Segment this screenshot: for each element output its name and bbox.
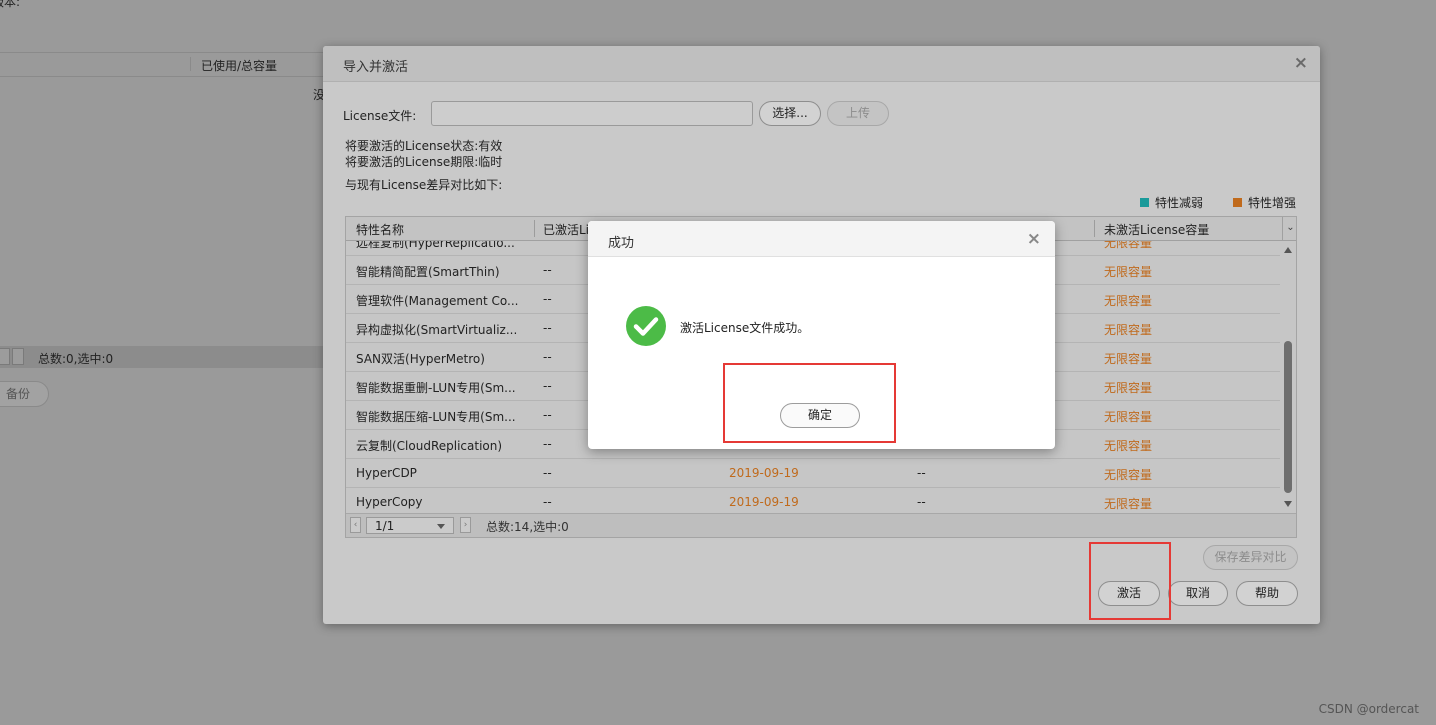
cell-activated: -- [543,350,552,364]
help-button[interactable]: 帮助 [1236,581,1298,606]
cell-capacity: 无限容量 [1104,497,1153,511]
cell-feature-name: HyperCDP [356,466,417,480]
legend-weaken: 特性减弱 [1140,194,1203,211]
table-pager: ‹ 1/1 › 总数:14,选中:0 [346,513,1296,537]
cell-activated: -- [543,379,552,393]
cell-feature-name: 智能数据压缩-LUN专用(Sm... [356,410,516,424]
cell-feature-name: 远程复制(HyperReplicatio... [356,241,515,250]
cell-capacity: 无限容量 [1104,410,1153,424]
pager-page-value: 1/1 [375,519,395,533]
scroll-down-arrow-icon[interactable] [1284,501,1292,507]
caret-down-icon [437,524,445,529]
license-file-input[interactable] [431,101,753,126]
legend-weaken-swatch [1140,198,1149,207]
cell-feature-name: 智能数据重删-LUN专用(Sm... [356,381,516,395]
pager-info: 总数:14,选中:0 [486,520,569,534]
legend-enhance-swatch [1233,198,1242,207]
success-message: 激活License文件成功。 [680,321,810,335]
dialog-title: 导入并激活 [343,60,409,75]
cell-capacity: 无限容量 [1104,468,1153,482]
cell-capacity: 无限容量 [1104,294,1153,308]
column-menu-chevron-icon[interactable]: ⌄ [1282,217,1296,240]
license-status-text: 将要激活的License状态:有效 [345,139,503,153]
bg-divider-bottom [0,76,323,77]
cell-capacity: 无限容量 [1104,381,1153,395]
cell-activated: -- [543,495,552,509]
backup-button[interactable]: 备份 [0,381,49,407]
bg-pager: 总数:0,选中:0 [0,346,323,368]
cell-capacity: 无限容量 [1104,439,1153,453]
cell-feature-name: 管理软件(Management Co... [356,294,519,308]
pager-page-select[interactable]: 1/1 [366,517,454,534]
cell-capacity: 无限容量 [1104,241,1153,250]
column-separator[interactable] [534,220,535,237]
bg-column-sep [190,57,191,71]
cell-feature-name: 智能精简配置(SmartThin) [356,265,500,279]
compare-heading: 与现有License差异对比如下: [345,178,503,192]
select-file-button[interactable]: 选择... [759,101,821,126]
table-row[interactable]: HyperCopy -- 2019-09-19 -- 无限容量 [346,488,1282,513]
dialog-close-icon[interactable]: × [1294,53,1308,73]
cell-feature-name: SAN双活(HyperMetro) [356,352,485,366]
bg-column-header: 已使用/总容量 [201,59,278,73]
modal-close-icon[interactable]: × [1027,229,1041,249]
bg-pager-next-button[interactable] [12,348,24,365]
cell-other: -- [917,495,926,509]
success-check-icon [626,306,666,346]
table-row[interactable]: HyperCDP -- 2019-09-19 -- 无限容量 [346,459,1282,488]
modal-header: 成功 × [588,221,1055,257]
dialog-header: 导入并激活 × [323,46,1320,82]
cell-feature-name: HyperCopy [356,495,423,509]
cell-capacity: 无限容量 [1104,352,1153,366]
cancel-button[interactable]: 取消 [1168,581,1228,606]
column-separator[interactable] [1094,220,1095,237]
cell-activated: -- [543,263,552,277]
legend-enhance: 特性增强 [1233,194,1296,211]
table-vertical-scrollbar[interactable] [1280,241,1296,513]
cell-other: -- [917,466,926,480]
cell-activated: -- [543,408,552,422]
bg-pager-info: 总数:0,选中:0 [38,352,114,366]
version-label: 版本: [0,0,21,9]
pager-next-icon[interactable]: › [460,517,471,533]
watermark: CSDN @ordercat [1318,702,1419,716]
cell-activated: -- [543,466,552,480]
cell-activated: -- [543,292,552,306]
cell-feature-name: 异构虚拟化(SmartVirtualiz... [356,323,518,337]
scroll-up-arrow-icon[interactable] [1284,247,1292,253]
highlight-activate [1089,542,1171,620]
scrollbar-thumb[interactable] [1284,341,1292,493]
column-header-activated[interactable]: 已激活Li [543,221,589,238]
modal-title: 成功 [608,236,635,251]
license-term-text: 将要激活的License期限:临时 [345,155,503,169]
column-header-inactive-capacity[interactable]: 未激活License容量 [1104,221,1209,238]
license-file-label: License文件: [343,109,417,123]
upload-button[interactable]: 上传 [827,101,889,126]
legend-weaken-label: 特性减弱 [1155,196,1204,210]
column-header-feature-name[interactable]: 特性名称 [356,221,404,238]
legend-enhance-label: 特性增强 [1248,196,1297,210]
bg-pager-prev-button[interactable] [0,348,10,365]
cell-feature-name: 云复制(CloudReplication) [356,439,503,453]
bg-divider-top [0,52,323,53]
cell-capacity: 无限容量 [1104,265,1153,279]
cell-date: 2019-09-19 [729,466,799,480]
save-compare-button[interactable]: 保存差异对比 [1203,545,1298,570]
cell-date: 2019-09-19 [729,495,799,509]
highlight-ok [723,363,896,443]
cell-activated: -- [543,321,552,335]
pager-prev-icon[interactable]: ‹ [350,517,361,533]
cell-capacity: 无限容量 [1104,323,1153,337]
cell-activated: -- [543,437,552,451]
